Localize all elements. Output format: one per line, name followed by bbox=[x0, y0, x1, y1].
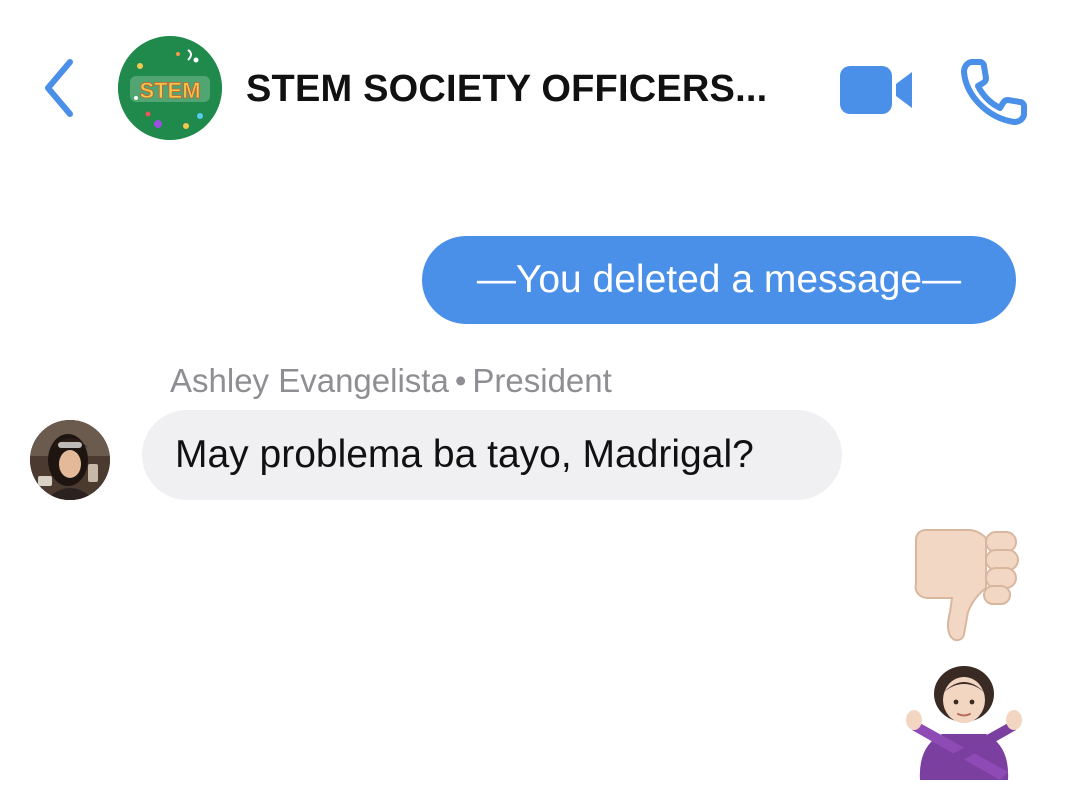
sender-name: Ashley Evangelista bbox=[170, 362, 449, 399]
chat-screen: STEM STEM SOCIETY OFFICERS... —You delet… bbox=[0, 0, 1080, 802]
sender-separator: • bbox=[454, 362, 467, 399]
back-button[interactable] bbox=[30, 56, 86, 120]
phone-icon bbox=[961, 59, 1027, 125]
incoming-message-bubble[interactable]: May problema ba tayo, Madrigal? bbox=[142, 410, 842, 500]
woman-gesturing-no-icon bbox=[906, 666, 1022, 780]
voice-call-button[interactable] bbox=[958, 56, 1030, 128]
chat-title[interactable]: STEM SOCIETY OFFICERS... bbox=[246, 64, 816, 114]
chat-header: STEM STEM SOCIETY OFFICERS... bbox=[0, 0, 1080, 175]
message-text: —You deleted a message— bbox=[476, 258, 962, 301]
woman-gesturing-no-emoji-message[interactable] bbox=[904, 664, 1024, 780]
message-text: May problema ba tayo, Madrigal? bbox=[175, 433, 754, 476]
thumbs-down-emoji-message[interactable] bbox=[906, 526, 1022, 644]
avatar[interactable] bbox=[30, 420, 110, 500]
chevron-left-icon bbox=[45, 59, 73, 117]
group-logo-text: STEM bbox=[139, 78, 200, 103]
video-camera-icon bbox=[840, 66, 912, 114]
group-avatar[interactable]: STEM bbox=[118, 36, 222, 140]
video-call-button[interactable] bbox=[838, 62, 918, 118]
group-logo-icon: STEM bbox=[118, 36, 222, 140]
profile-photo-icon bbox=[30, 420, 110, 500]
thumbs-down-icon bbox=[914, 529, 1019, 642]
sender-label: Ashley Evangelista • President bbox=[170, 362, 612, 400]
sender-role: President bbox=[472, 362, 612, 399]
outgoing-message-bubble[interactable]: —You deleted a message— bbox=[422, 236, 1016, 324]
